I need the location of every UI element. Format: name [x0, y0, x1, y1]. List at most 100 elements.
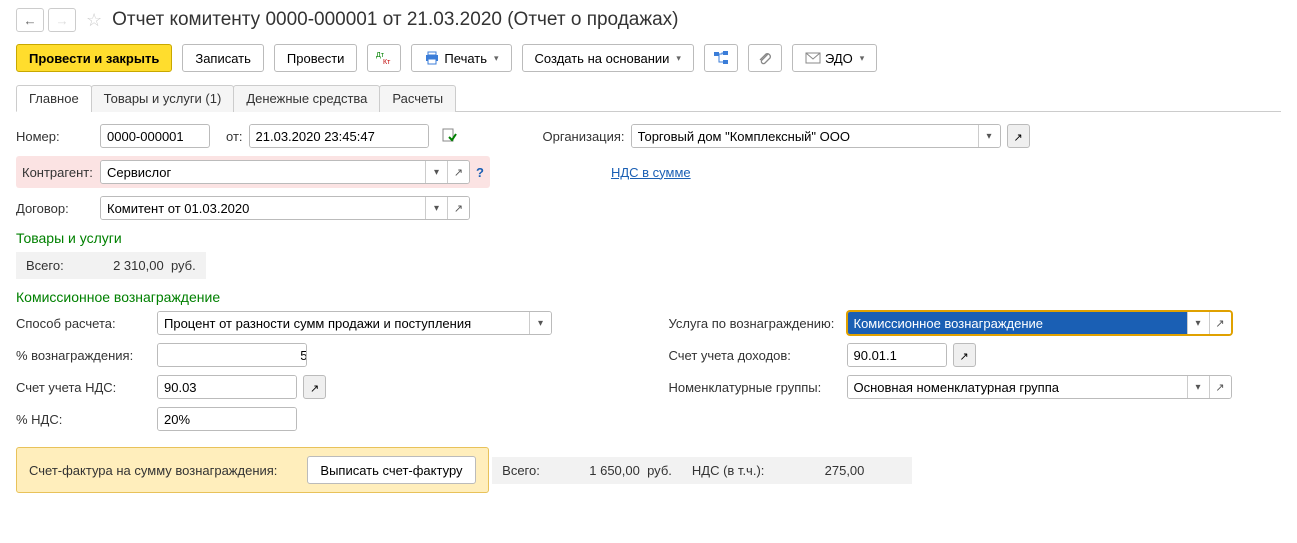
- tab-goods[interactable]: Товары и услуги (1): [91, 85, 235, 112]
- commission-total: 1 650,00: [560, 463, 640, 478]
- structure-icon: [713, 50, 729, 66]
- page-title: Отчет комитенту 0000-000001 от 21.03.202…: [112, 9, 678, 31]
- nomenclature-group-open[interactable]: [1209, 376, 1231, 398]
- org-input[interactable]: [632, 125, 978, 147]
- contract-dropdown[interactable]: [425, 197, 447, 219]
- chevron-down-icon: [987, 131, 992, 142]
- counterparty-input[interactable]: [101, 161, 425, 183]
- chevron-down-icon: [1195, 318, 1200, 329]
- open-icon: [1215, 381, 1224, 394]
- invoice-box: Счет-фактура на сумму вознаграждения: Вы…: [16, 447, 489, 493]
- contract-combo[interactable]: [100, 196, 470, 220]
- commission-service-dropdown[interactable]: [1187, 312, 1209, 334]
- attachment-button[interactable]: [748, 44, 782, 72]
- tab-main[interactable]: Главное: [16, 85, 92, 112]
- contract-input[interactable]: [101, 197, 425, 219]
- chevron-down-icon: [434, 203, 439, 214]
- open-icon: [960, 348, 969, 363]
- vat-included-label: НДС (в т.ч.):: [692, 463, 765, 478]
- vat-rate-combo[interactable]: [157, 407, 297, 431]
- nomenclature-group-dropdown[interactable]: [1187, 376, 1209, 398]
- chevron-down-icon: [1195, 382, 1200, 393]
- counterparty-open[interactable]: [447, 161, 469, 183]
- vat-account-input[interactable]: [158, 376, 297, 398]
- commission-percent-label: % вознаграждения:: [16, 348, 151, 363]
- income-account-input[interactable]: [848, 344, 947, 366]
- dtkt-icon: ДтКт: [376, 50, 392, 66]
- check-icon[interactable]: [441, 127, 457, 146]
- nomenclature-group-combo[interactable]: [847, 375, 1232, 399]
- calc-method-combo[interactable]: [157, 311, 552, 335]
- open-icon: [454, 202, 463, 215]
- envelope-icon: [805, 50, 821, 66]
- tabs: Главное Товары и услуги (1) Денежные сре…: [16, 84, 1281, 112]
- vat-rate-label: % НДС:: [16, 412, 151, 427]
- vat-rate-input[interactable]: [158, 408, 297, 430]
- commission-percent-input[interactable]: [158, 344, 307, 366]
- chevron-down-icon: ▾: [676, 53, 681, 64]
- favorite-star-icon[interactable]: ☆: [86, 10, 102, 31]
- chevron-down-icon: ▾: [494, 53, 499, 64]
- commission-summary: Всего: 1 650,00 руб. НДС (в т.ч.): 275,0…: [492, 457, 912, 484]
- date-label: от:: [226, 129, 243, 144]
- vat-mode-link[interactable]: НДС в сумме: [611, 165, 691, 180]
- svg-text:Дт: Дт: [376, 52, 385, 59]
- commission-section-title: Комиссионное вознаграждение: [16, 289, 1281, 305]
- nav-forward-button[interactable]: →: [48, 8, 76, 32]
- calc-method-input[interactable]: [158, 312, 529, 334]
- vat-included-amount: 275,00: [784, 463, 864, 478]
- nomenclature-group-label: Номенклатурные группы:: [669, 380, 841, 395]
- toolbar: Провести и закрыть Записать Провести ДтК…: [16, 44, 1281, 72]
- commission-service-input[interactable]: [848, 312, 1187, 334]
- commission-service-combo[interactable]: [847, 311, 1232, 335]
- post-and-close-button[interactable]: Провести и закрыть: [16, 44, 172, 72]
- income-account-combo[interactable]: [847, 343, 947, 367]
- calc-method-dropdown[interactable]: [529, 312, 551, 334]
- commission-total-label: Всего:: [502, 463, 540, 478]
- goods-summary: Всего: 2 310,00 руб.: [16, 252, 206, 279]
- paperclip-icon: [757, 50, 773, 66]
- chevron-down-icon: [538, 318, 543, 329]
- nomenclature-group-input[interactable]: [848, 376, 1187, 398]
- open-icon: [310, 380, 319, 395]
- create-invoice-button[interactable]: Выписать счет-фактуру: [307, 456, 475, 484]
- chevron-down-icon: [434, 167, 439, 178]
- edo-button[interactable]: ЭДО ▾: [792, 44, 877, 72]
- open-icon: [1215, 317, 1224, 330]
- vat-account-combo[interactable]: [157, 375, 297, 399]
- dtkt-button[interactable]: ДтКт: [367, 44, 401, 72]
- commission-service-label: Услуга по вознаграждению:: [669, 316, 841, 331]
- tab-settlements[interactable]: Расчеты: [379, 85, 456, 112]
- number-input[interactable]: [100, 124, 210, 148]
- nav-back-button[interactable]: ←: [16, 8, 44, 32]
- chevron-down-icon: ▾: [860, 53, 865, 64]
- income-account-open[interactable]: [953, 343, 976, 367]
- counterparty-combo[interactable]: [100, 160, 470, 184]
- related-button[interactable]: [704, 44, 738, 72]
- org-combo[interactable]: [631, 124, 1001, 148]
- printer-icon: [424, 50, 440, 66]
- contract-open[interactable]: [447, 197, 469, 219]
- tab-money[interactable]: Денежные средства: [233, 85, 380, 112]
- goods-total-label: Всего:: [26, 258, 64, 273]
- help-icon[interactable]: ?: [476, 165, 484, 180]
- org-dropdown[interactable]: [978, 125, 1000, 147]
- save-button[interactable]: Записать: [182, 44, 264, 72]
- counterparty-dropdown[interactable]: [425, 161, 447, 183]
- counterparty-label: Контрагент:: [22, 165, 94, 180]
- print-button[interactable]: Печать ▾: [411, 44, 511, 72]
- commission-currency: руб.: [647, 463, 672, 478]
- vat-account-open[interactable]: [303, 375, 326, 399]
- date-combo[interactable]: [249, 124, 429, 148]
- date-input[interactable]: [250, 125, 429, 147]
- org-label: Организация:: [543, 129, 625, 144]
- invoice-label: Счет-фактура на сумму вознаграждения:: [29, 463, 277, 478]
- svg-text:Кт: Кт: [383, 59, 391, 66]
- commission-percent-combo[interactable]: ⊞: [157, 343, 307, 367]
- post-button[interactable]: Провести: [274, 44, 358, 72]
- create-based-on-button[interactable]: Создать на основании ▾: [522, 44, 694, 72]
- commission-service-open[interactable]: [1209, 312, 1231, 334]
- org-open-button[interactable]: [1007, 124, 1030, 148]
- vat-account-label: Счет учета НДС:: [16, 380, 151, 395]
- open-icon: [1014, 129, 1023, 144]
